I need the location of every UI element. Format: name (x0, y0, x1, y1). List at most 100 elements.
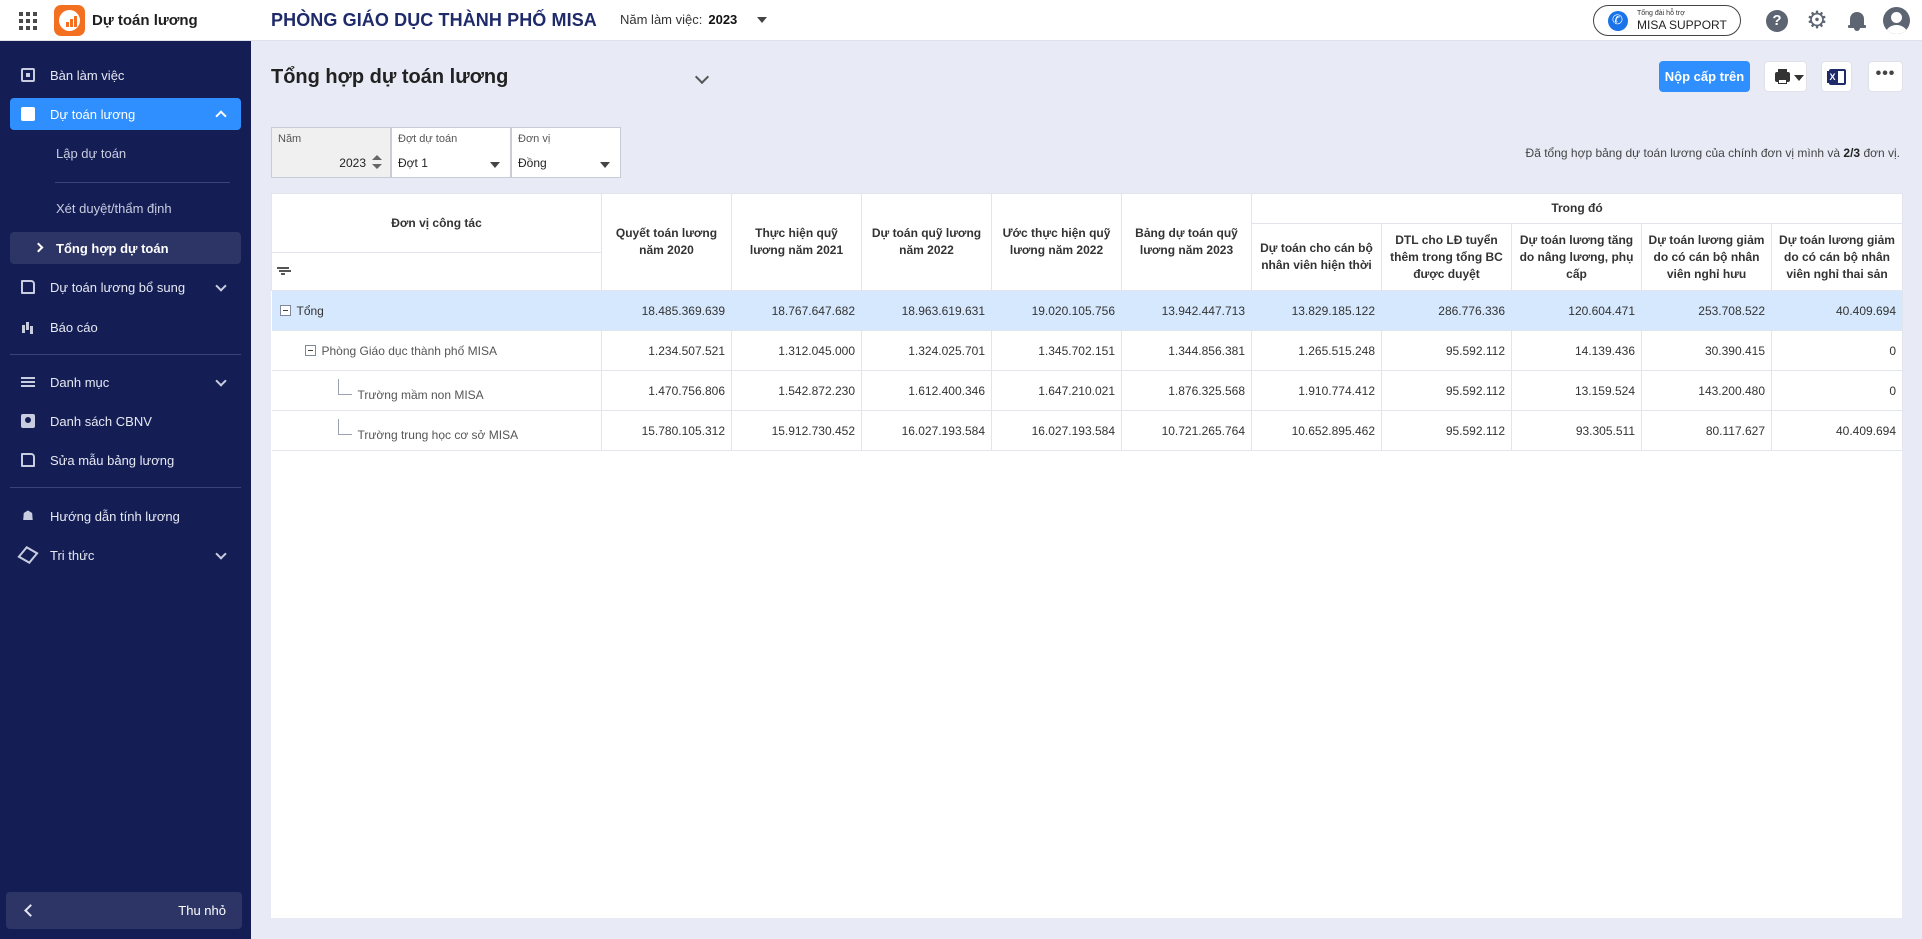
tree-connector (337, 379, 352, 395)
add-doc-icon (21, 280, 35, 294)
work-year-selector[interactable]: Năm làm việc: 2023 (620, 12, 768, 27)
top-bar: Dự toán lương PHÒNG GIÁO DỤC THÀNH PHỐ M… (0, 0, 1922, 41)
bell-icon[interactable] (1846, 10, 1868, 32)
sidebar-subitem-summary[interactable]: Tổng hợp dự toán (10, 232, 241, 264)
year-filter[interactable]: Năm 2023 (271, 127, 391, 178)
chevron-up-icon (215, 110, 227, 122)
sidebar-item-catalog[interactable]: Danh mục (10, 366, 241, 398)
chevron-down-icon (215, 280, 227, 292)
collapse-toggle-icon[interactable] (279, 304, 291, 316)
misa-support-button[interactable]: Tổng đài hỗ trợ MISA SUPPORT (1593, 5, 1741, 36)
estimate-round-value: Đợt 1 (398, 156, 428, 170)
app-grid-icon[interactable] (19, 12, 37, 30)
table-cell: 1.234.507.521 (601, 330, 732, 371)
work-year-label: Năm làm việc: (620, 12, 703, 27)
sidebar-item-reports[interactable]: Báo cáo (10, 311, 241, 343)
sidebar-item-knowledge[interactable]: Tri thức (10, 539, 241, 571)
sidebar-subitem-review[interactable]: Xét duyệt/thẩm định (10, 192, 241, 224)
sidebar-item-edit-payroll-template[interactable]: Sửa mẫu bảng lương (10, 444, 241, 476)
sidebar-item-label: Sửa mẫu bảng lương (50, 452, 175, 468)
table-cell: 286.776.336 (1381, 290, 1512, 331)
table-cell: 1.910.774.412 (1251, 370, 1382, 411)
export-excel-button[interactable]: X (1821, 61, 1852, 92)
avatar[interactable] (1883, 7, 1910, 34)
column-header[interactable]: Dự toán lương tăng do nâng lương, phụ cấ… (1511, 223, 1642, 291)
column-header[interactable]: Quyết toán lương năm 2020 (601, 193, 732, 291)
table-cell: 18.963.619.631 (861, 290, 992, 331)
column-header[interactable]: Thực hiện quỹ lương năm 2021 (731, 193, 862, 291)
print-button[interactable] (1764, 61, 1807, 92)
chevron-down-icon[interactable] (694, 69, 710, 85)
app-title: Dự toán lương (92, 12, 198, 29)
column-header[interactable]: Dự toán lương giảm do có cán bộ nhân viê… (1641, 223, 1772, 291)
table-cell: 18.485.369.639 (601, 290, 732, 331)
estimate-round-select[interactable]: Đợt dự toán Đợt 1 (391, 127, 511, 178)
table-cell: 1.876.325.568 (1121, 370, 1252, 411)
sidebar-item-additional-estimate[interactable]: Dự toán lương bổ sung (10, 271, 241, 303)
table-cell: 16.027.193.584 (991, 410, 1122, 451)
table-cell: 13.159.524 (1511, 370, 1642, 411)
table-cell: 0 (1771, 370, 1904, 411)
chevron-left-icon (24, 904, 37, 917)
filter-icon[interactable] (277, 267, 289, 275)
page-title: Tổng hợp dự toán lương (271, 66, 509, 88)
table-row[interactable]: Trường trung học cơ sở MISA 15.780.105.3… (271, 410, 1904, 451)
table-cell: 14.139.436 (1511, 330, 1642, 371)
decrement-icon[interactable] (372, 164, 382, 169)
sidebar-item-label: Tổng hợp dự toán (56, 240, 169, 256)
dashboard-icon (21, 68, 35, 82)
sidebar-item-label: Bàn làm việc (50, 67, 125, 83)
work-year-value: 2023 (708, 12, 738, 27)
table-cell: 1.647.210.021 (991, 370, 1122, 411)
search-doc-icon (21, 107, 35, 121)
table-cell: 1.344.856.381 (1121, 330, 1252, 371)
collapse-sidebar-button[interactable]: Thu nhỏ (6, 892, 242, 929)
currency-unit-select[interactable]: Đơn vị Đồng (511, 127, 621, 178)
year-filter-label: Năm (278, 133, 302, 145)
support-label: MISA SUPPORT (1637, 18, 1727, 32)
table-cell: 13.942.447.713 (1121, 290, 1252, 331)
column-header[interactable]: Dự toán cho cán bộ nhân viên hiện thời (1251, 223, 1382, 291)
collapse-label: Thu nhỏ (178, 903, 226, 918)
currency-unit-value: Đồng (518, 156, 547, 170)
sidebar-item-label: Danh mục (50, 374, 110, 390)
column-header[interactable]: Bảng dự toán quỹ lương năm 2023 (1121, 193, 1252, 291)
table-row[interactable]: Phòng Giáo dục thành phố MISA 1.234.507.… (271, 330, 1904, 371)
column-header[interactable]: Ước thực hiện quỹ lương năm 2022 (991, 193, 1122, 291)
sidebar-item-salary-estimate[interactable]: Dự toán lương (10, 98, 241, 130)
table-cell: 95.592.112 (1381, 370, 1512, 411)
chevron-right-icon (33, 242, 44, 253)
sidebar-item-employee-list[interactable]: Danh sách CBNV (10, 405, 241, 437)
gear-icon[interactable]: ⚙ (1806, 9, 1828, 33)
table-cell: 10.721.265.764 (1121, 410, 1252, 451)
table-cell: 1.612.400.346 (861, 370, 992, 411)
sidebar-item-salary-guide[interactable]: ☗ Hướng dẫn tính lương (10, 500, 241, 532)
cube-icon (17, 546, 39, 564)
table-row[interactable]: Trường mầm non MISA 1.470.756.806 1.542.… (271, 370, 1904, 411)
row-name: Trường mầm non MISA (357, 388, 484, 402)
table-cell: 95.592.112 (1381, 410, 1512, 451)
table-cell: 1.345.702.151 (991, 330, 1122, 371)
table-cell: 253.708.522 (1641, 290, 1772, 331)
column-group-header: Trong đó (1250, 192, 1904, 225)
column-header[interactable]: Dự toán quỹ lương năm 2022 (861, 193, 992, 291)
table-cell: 18.767.647.682 (731, 290, 862, 331)
column-header[interactable]: DTL cho LĐ tuyển thêm trong tổng BC được… (1381, 223, 1512, 291)
tree-connector (337, 419, 352, 435)
table-cell: 80.117.627 (1641, 410, 1772, 451)
table-cell: 120.604.471 (1511, 290, 1642, 331)
table-cell: 16.027.193.584 (861, 410, 992, 451)
help-icon[interactable]: ? (1766, 10, 1788, 32)
more-options-button[interactable]: ••• (1868, 61, 1903, 92)
sidebar-item-dashboard[interactable]: Bàn làm việc (10, 59, 241, 91)
column-header-unit[interactable]: Đơn vị công tác (271, 193, 602, 291)
submit-to-superior-button[interactable]: Nộp cấp trên (1659, 61, 1750, 92)
sidebar-subitem-create-estimate[interactable]: Lập dự toán (10, 137, 241, 169)
increment-icon[interactable] (372, 155, 382, 160)
sidebar-item-label: Xét duyệt/thẩm định (56, 200, 172, 216)
phone-icon (1608, 10, 1628, 31)
column-header[interactable]: Dự toán lương giảm do có cán bộ nhân viê… (1770, 223, 1904, 291)
organization-title: PHÒNG GIÁO DỤC THÀNH PHỐ MISA (271, 10, 597, 30)
table-row-total[interactable]: Tổng 18.485.369.639 18.767.647.682 18.96… (271, 290, 1904, 331)
collapse-toggle-icon[interactable] (304, 344, 316, 356)
